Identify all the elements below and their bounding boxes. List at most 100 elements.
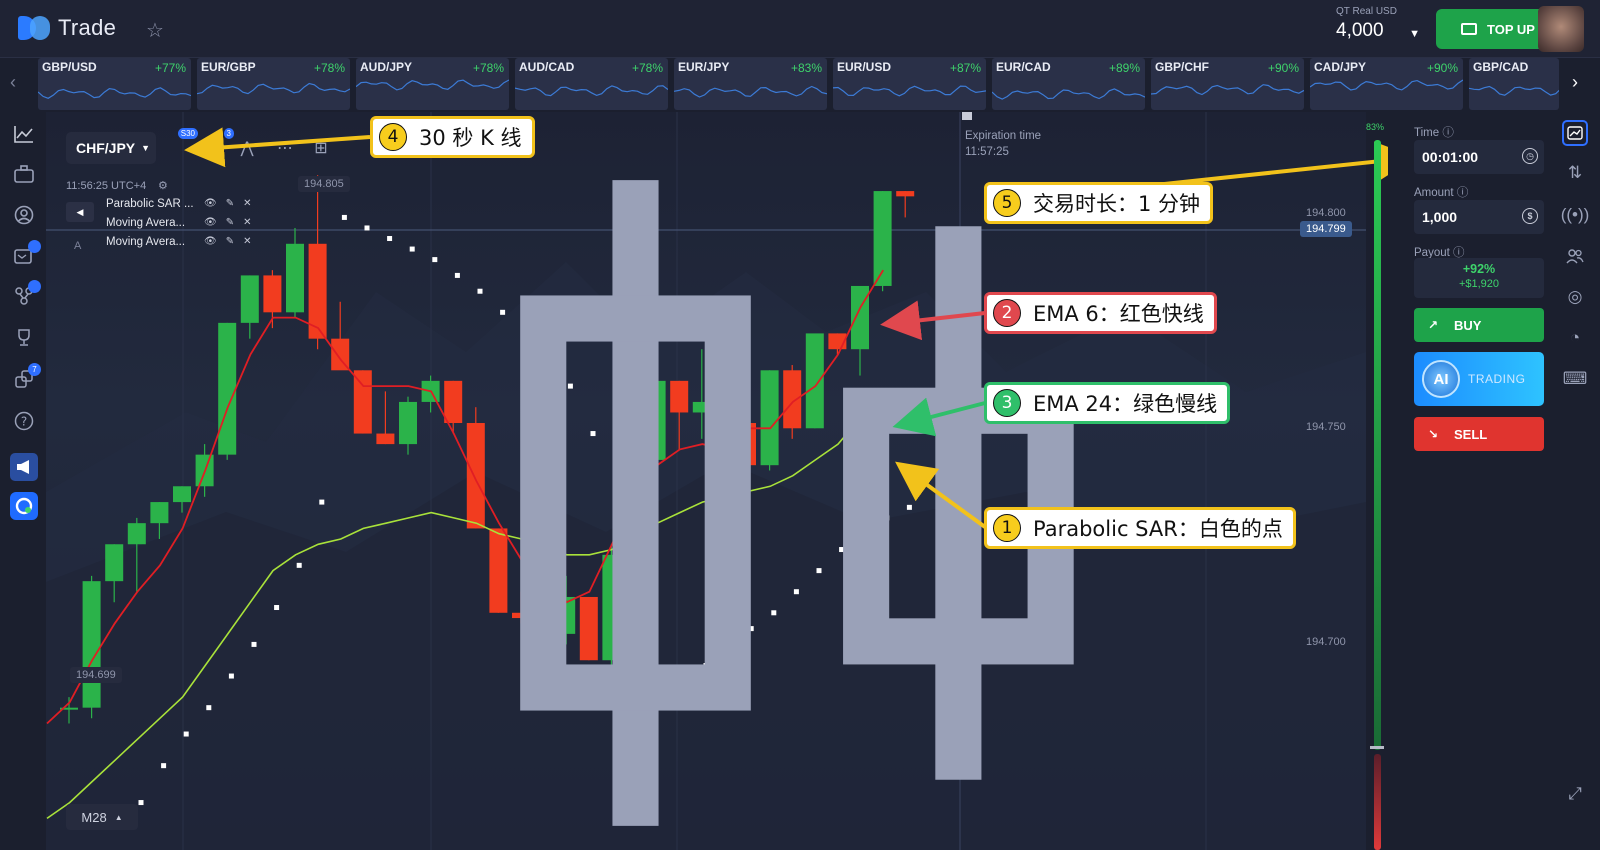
asset-sparkline [1151,84,1304,96]
annotation-parabolic-sar: 1 Parabolic SAR：白色的点 [984,507,1296,549]
users-icon[interactable] [1562,243,1588,269]
asset-card[interactable]: EUR/GBP +78% [197,58,350,110]
info-icon: ⓘ [1442,127,1454,139]
indicator-icon: ⋀ [240,140,254,157]
asset-card[interactable]: EUR/JPY +83% [674,58,827,110]
indicator-name: Moving Avera... [106,217,186,229]
avatar[interactable] [1538,6,1584,52]
top-bar: Trade ☆ QT Real USD 4,000 ▼ TOP UP [0,0,1600,58]
logo[interactable]: Trade [18,14,116,42]
asset-card-payout: +87% [949,61,981,75]
target-icon[interactable]: ◎ [1562,284,1588,310]
sentiment-down-fill [1374,754,1381,850]
asset-card-name: GBP/USD [42,60,97,74]
indicator-row[interactable]: Parabolic SAR ... 👁✎✕ [66,198,266,217]
timeframe-badge: S30 [177,128,198,139]
asset-card[interactable]: GBP/CAD [1469,58,1559,110]
asset-selector[interactable]: CHF/JPY ▼ [66,132,156,164]
up-down-arrows-icon[interactable]: ⇅ [1562,160,1588,186]
amount-label: Amount ⓘ [1414,187,1469,199]
history-icon[interactable]: ◔ [1562,325,1588,351]
account-label: QT Real USD [1336,6,1397,17]
layout-button[interactable]: ⊞ [306,134,336,162]
annotation-text: 30 秒 K 线 [419,126,522,150]
annotation-number: 2 [993,299,1021,327]
chat-icon[interactable] [12,240,41,268]
asset-card[interactable]: AUD/JPY +78% [356,58,509,110]
asset-card[interactable]: AUD/CAD +78% [515,58,668,110]
asset-card-name: GBP/CAD [1473,60,1529,74]
wallet-icon [1461,23,1478,35]
indicator-row[interactable]: Moving Avera... 👁✎✕ [66,217,266,236]
logo-icon [18,14,52,42]
sar-dot [138,800,144,806]
clock-icon[interactable]: ◷ [1522,148,1538,164]
indicator-actions[interactable]: 👁✎✕ [204,198,260,209]
sell-button[interactable]: ↘ SELL [1414,417,1544,451]
server-clock: 11:56:25 UTC+4 [66,180,147,192]
account-balance: 4,000 [1336,20,1384,41]
buy-button[interactable]: ↗ BUY [1414,308,1544,342]
layout-grid-icon: ⊞ [314,140,328,157]
asset-sparkline [38,87,191,99]
zoom-label: M28 [81,809,107,825]
amount-value: 1,000 [1422,209,1458,225]
caret-down-icon: ▼ [1409,28,1420,40]
promo-app-icon[interactable] [10,492,38,520]
chevron-left-icon[interactable]: ‹ [10,72,16,93]
asset-card-payout: +78% [631,61,663,75]
time-input[interactable]: 00:01:00 ◷ [1414,140,1544,174]
asset-card[interactable]: GBP/USD +77% [38,58,191,110]
zoom-button[interactable]: M28 ▲ [66,804,138,830]
trophy-icon[interactable] [12,326,36,350]
keyboard-icon[interactable]: ⌨ [1562,366,1588,392]
asset-card-name: EUR/GBP [201,60,256,74]
referral-icon[interactable]: 7 [12,363,41,391]
drawing-tools-button[interactable]: ✎ 3 [196,128,234,162]
amount-input[interactable]: 1,000 $ [1414,200,1544,234]
social-trading-icon[interactable] [12,280,41,308]
asset-card-name: AUD/JPY [360,60,413,74]
annotation-text: EMA 24：绿色慢线 [1033,392,1218,416]
briefcase-icon[interactable] [12,162,36,186]
favorite-star-icon[interactable]: ☆ [146,18,164,43]
trade-chart-icon[interactable] [1562,120,1588,146]
help-icon[interactable]: ? [12,409,36,433]
more-button[interactable]: ⋯ [270,134,300,162]
expiration-time: 11:57:25 [965,146,1009,158]
fullscreen-icon[interactable]: ⤢ [1562,781,1588,807]
asset-sparkline [992,88,1145,100]
asset-card[interactable]: EUR/CAD +89% [992,58,1145,110]
dollar-icon[interactable]: $ [1522,208,1538,224]
megaphone-icon[interactable] [10,453,38,481]
indicator-name: Moving Avera... [106,236,186,248]
payout-box: +92% +$1,920 [1414,258,1544,298]
signal-icon[interactable]: ((•)) [1561,202,1590,228]
svg-text:?: ? [21,415,27,429]
asset-sparkline [197,82,350,95]
ai-trading-button[interactable]: AI TRADING [1414,352,1544,406]
ai-trading-label: TRADING [1468,372,1526,386]
chart-line-icon[interactable] [12,122,36,146]
asset-strip: ‹ GBP/USD +77% EUR/GBP +78% AUD/JPY +78% AUD/C… [0,58,1600,112]
indicator-actions[interactable]: 👁✎✕ [204,236,260,247]
gear-icon[interactable]: ⚙ [158,179,168,192]
indicators-button[interactable]: ⋀ [232,134,262,162]
asset-name: CHF/JPY [76,140,136,156]
caret-up-icon: ▲ [114,812,123,822]
text-tool-icon[interactable]: A [74,240,81,252]
asset-card[interactable]: EUR/USD +87% [833,58,986,110]
indicator-row[interactable]: Moving Avera... 👁✎✕ [66,236,266,255]
asset-card[interactable]: CAD/JPY +90% [1310,58,1463,110]
asset-card-name: AUD/CAD [519,60,575,74]
asset-card[interactable]: GBP/CHF +90% [1151,58,1304,110]
indicator-actions[interactable]: 👁✎✕ [204,217,260,228]
asset-card-payout: +90% [1426,61,1458,75]
account-selector[interactable]: QT Real USD 4,000 ▼ [1336,6,1420,50]
user-circle-icon[interactable] [12,203,36,227]
asset-card-name: EUR/USD [837,60,892,74]
candle-type-button[interactable]: S30 [160,128,1074,826]
arrow-down-right-icon: ↘ [1428,427,1439,441]
asset-sparkline [356,79,509,91]
chevron-right-icon[interactable]: › [1572,72,1578,93]
